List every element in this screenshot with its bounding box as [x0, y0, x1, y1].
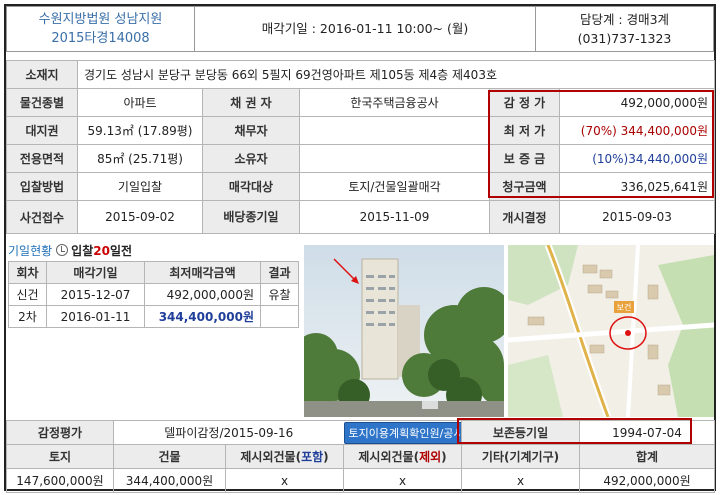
area-label: 전용면적 — [6, 144, 78, 173]
round-cell: 2차 — [8, 305, 47, 328]
min-price-value: (70%) 344,400,000원 — [559, 116, 715, 145]
history-row: 2차 2016-01-11 344,400,000원 — [8, 305, 299, 328]
court-name: 수원지방법원 성남지원 — [38, 12, 163, 27]
excluded-incl-amount: x — [224, 468, 345, 493]
map-badge: 보건 — [617, 302, 632, 312]
manager-dept: 담당계 : 경매3계 — [579, 12, 670, 27]
land-right-label: 대지권 — [6, 116, 78, 145]
appraisal-eval-label: 감정평가 — [6, 420, 114, 445]
land-use-cell: 토지이용계획확인원/공시지가 — [343, 420, 463, 445]
bid-countdown: 입찰20일전 — [71, 243, 133, 258]
claim-label: 청구금액 — [489, 172, 560, 201]
col-min-price: 최저매각금액 — [144, 261, 261, 284]
history-header: 기일현황 입찰20일전 — [8, 241, 298, 259]
price-cell: 344,400,000원 — [144, 305, 261, 328]
history-title[interactable]: 기일현황 — [8, 242, 52, 259]
col-other: 기타(기계기구) — [461, 444, 581, 469]
sale-date: 매각기일 : 2016-01-11 10:00~ (월) — [261, 21, 469, 36]
registry-label: 보존등기일 — [461, 420, 581, 445]
sale-target-value: 토지/건물일괄매각 — [299, 172, 490, 201]
address-label: 소재지 — [6, 60, 78, 89]
total-amount: 492,000,000원 — [579, 468, 716, 493]
claim-value: 336,025,641원 — [559, 172, 715, 201]
dividend-deadline-value: 2015-11-09 — [299, 200, 490, 234]
col-excluded-excl: 제시외건물(제외) — [343, 444, 463, 469]
excluded-excl-amount: x — [343, 468, 463, 493]
start-decision-label: 개시결정 — [489, 200, 560, 234]
area-value: 85㎡ (25.71평) — [77, 144, 203, 173]
building-amount: 344,400,000원 — [113, 468, 226, 493]
case-received-value: 2015-09-02 — [77, 200, 203, 234]
owner-label: 소유자 — [202, 144, 300, 173]
land-use-plan-button[interactable]: 토지이용계획확인원/공시지가 — [343, 421, 461, 444]
deposit-label: 보 증 금 — [489, 144, 560, 173]
col-date: 매각기일 — [46, 261, 145, 284]
appraisal-table: 감정평가 델파이감정/2015-09-16 토지이용계획확인원/공시지가 보존등… — [6, 420, 716, 493]
col-total: 합계 — [579, 444, 716, 469]
manager-phone: (031)737-1323 — [577, 31, 672, 46]
case-received-label: 사건접수 — [6, 200, 78, 234]
dividend-deadline-label: 배당종기일 — [202, 200, 300, 234]
col-round: 회차 — [8, 261, 47, 284]
auction-header: 수원지방법원 성남지원 2015타경14008 매각기일 : 2016-01-1… — [6, 6, 714, 52]
debtor-label: 채무자 — [202, 116, 300, 145]
address-value: 경기도 성남시 분당구 분당동 66외 5필지 69건영아파트 제105동 제4… — [77, 60, 715, 89]
case-number[interactable]: 2015타경14008 — [7, 29, 194, 48]
appraisal-value: 492,000,000원 — [559, 88, 715, 117]
col-land: 토지 — [6, 444, 114, 469]
deposit-value: (10%)34,440,000원 — [559, 144, 715, 173]
manager-block: 담당계 : 경매3계 (031)737-1323 — [535, 7, 713, 51]
history-row: 신건 2015-12-07 492,000,000원 유찰 — [8, 283, 299, 306]
date-cell: 2016-01-11 — [46, 305, 145, 328]
property-photo[interactable] — [304, 245, 504, 417]
result-cell — [260, 305, 299, 328]
court-block: 수원지방법원 성남지원 2015타경14008 — [7, 7, 195, 51]
appraiser-cell: 델파이감정/2015-09-16 — [112, 420, 344, 445]
registry-date: 1994-07-04 — [579, 420, 716, 445]
sale-target-label: 매각대상 — [202, 172, 300, 201]
type-value: 아파트 — [77, 88, 203, 117]
land-right-value: 59.13㎡ (17.89평) — [77, 116, 203, 145]
bid-method-label: 입찰방법 — [6, 172, 78, 201]
owner-value — [299, 144, 490, 173]
col-building: 건물 — [113, 444, 226, 469]
creditor-value: 한국주택금융공사 — [299, 88, 490, 117]
col-result: 결과 — [260, 261, 299, 284]
date-cell: 2015-12-07 — [46, 283, 145, 306]
creditor-label: 채 권 자 — [202, 88, 300, 117]
round-cell: 신건 — [8, 283, 47, 306]
appraiser-value: 델파이감정/2015-09-16 — [164, 426, 294, 440]
history-table: 회차 매각기일 최저매각금액 결과 신건 2015-12-07 492,000,… — [8, 261, 299, 328]
location-map[interactable]: 보건 — [508, 245, 714, 417]
appraisal-label: 감 정 가 — [489, 88, 560, 117]
bid-method-value: 기일입찰 — [77, 172, 203, 201]
min-price-label: 최 저 가 — [489, 116, 560, 145]
start-decision-value: 2015-09-03 — [559, 200, 715, 234]
property-info-table: 소재지 경기도 성남시 분당구 분당동 66외 5필지 69건영아파트 제105… — [6, 60, 715, 234]
debtor-value — [299, 116, 490, 145]
price-cell: 492,000,000원 — [144, 283, 261, 306]
clock-icon — [56, 244, 69, 256]
land-amount: 147,600,000원 — [6, 468, 114, 493]
col-excluded-incl: 제시외건물(포함) — [224, 444, 345, 469]
other-amount: x — [461, 468, 581, 493]
result-cell: 유찰 — [260, 283, 299, 306]
type-label: 물건종별 — [6, 88, 78, 117]
